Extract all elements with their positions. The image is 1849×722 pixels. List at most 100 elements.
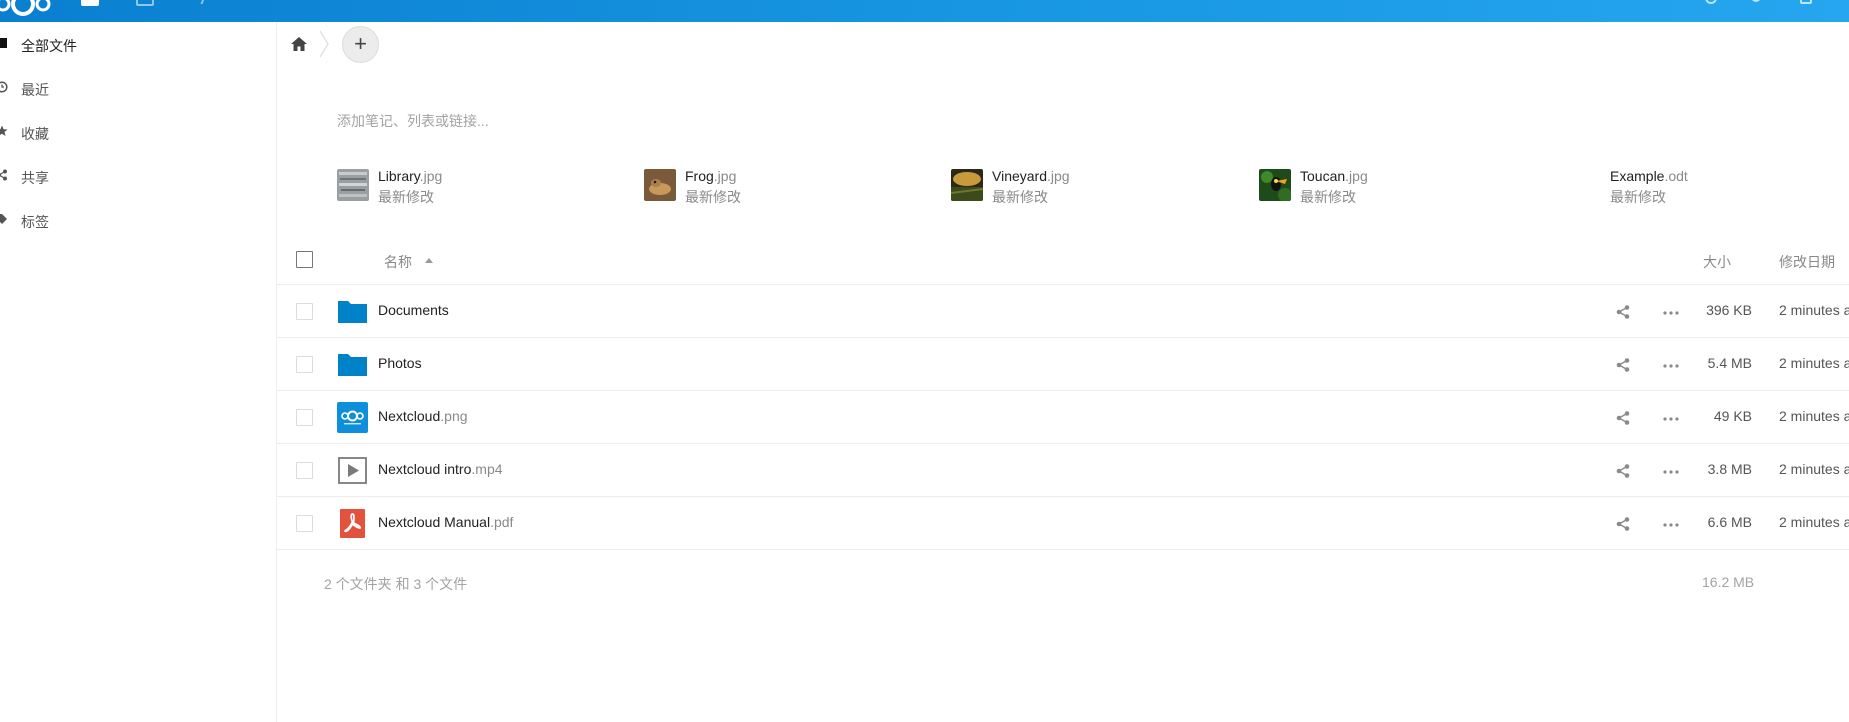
file-size: 6.6 MB — [1707, 514, 1752, 530]
file-ext: .mp4 — [471, 461, 503, 477]
recent-file-item[interactable]: Example.odt 最新修改 — [1567, 168, 1849, 205]
share-icon[interactable] — [1615, 516, 1631, 532]
more-actions-icon[interactable] — [1663, 311, 1679, 315]
table-row[interactable]: Nextcloud Manual.pdf 6.6 MB 2 minutes ag… — [277, 497, 1849, 550]
recent-file-name: Library — [378, 168, 420, 184]
recent-file-ext: .jpg — [1345, 168, 1368, 184]
vineyard-thumbnail — [951, 169, 983, 201]
share-icon[interactable] — [1615, 304, 1631, 320]
file-ext: .png — [440, 408, 468, 424]
share-icon[interactable] — [1615, 357, 1631, 373]
recent-file-status: 最新修改 — [1300, 189, 1356, 205]
share-icon[interactable] — [1615, 463, 1631, 479]
sidebar-item-favorites[interactable]: 收藏 — [0, 112, 277, 152]
folder-icon — [338, 354, 367, 376]
sidebar-item-shares[interactable]: 共享 — [0, 156, 277, 196]
top-header-bar — [0, 0, 1849, 22]
sidebar-item-label: 共享 — [21, 170, 49, 186]
sidebar-item-recent[interactable]: 最近 — [0, 68, 277, 108]
row-checkbox[interactable] — [296, 303, 313, 320]
new-file-button[interactable]: + — [342, 26, 379, 63]
file-size: 5.4 MB — [1707, 355, 1752, 371]
home-icon[interactable] — [290, 36, 308, 52]
sidebar-item-label: 最近 — [21, 82, 49, 98]
row-checkbox[interactable] — [296, 409, 313, 426]
sidebar-item-label: 收藏 — [21, 126, 49, 142]
folder-icon — [0, 38, 7, 48]
file-list-total-size: 16.2 MB — [1702, 574, 1755, 590]
column-header-modified[interactable]: 修改日期 — [1779, 252, 1835, 272]
file-ext: .pdf — [490, 514, 514, 530]
more-actions-icon[interactable] — [1663, 417, 1679, 421]
file-name: Documents — [378, 302, 449, 318]
rich-workspace-notes-placeholder[interactable]: 添加笔记、列表或链接... — [337, 111, 489, 131]
sidebar-item-all-files[interactable]: 全部文件 — [0, 24, 277, 64]
library-thumbnail — [337, 169, 369, 201]
share-icon[interactable] — [1615, 410, 1631, 426]
notifications-icon[interactable] — [1751, 0, 1761, 2]
recent-file-item[interactable]: Vineyard.jpg 最新修改 — [951, 168, 1251, 205]
file-size: 396 KB — [1706, 302, 1752, 318]
files-app-icon[interactable] — [81, 0, 99, 6]
row-checkbox[interactable] — [296, 515, 313, 532]
toucan-thumbnail — [1259, 169, 1291, 201]
recent-file-item[interactable]: Toucan.jpg 最新修改 — [1259, 168, 1559, 205]
gallery-app-icon[interactable] — [194, 0, 206, 4]
recent-file-name: Toucan — [1300, 168, 1346, 184]
file-modified: 2 minutes ago — [1779, 408, 1849, 424]
row-checkbox[interactable] — [296, 462, 313, 479]
recent-file-name: Frog — [685, 168, 714, 184]
recent-file-status: 最新修改 — [992, 189, 1048, 205]
recent-file-name: Vineyard — [992, 168, 1048, 184]
recent-file-name: Example — [1610, 168, 1665, 184]
file-list-summary: 2 个文件夹 和 3 个文件 — [324, 576, 468, 592]
activity-app-icon[interactable] — [136, 0, 154, 6]
tag-icon — [0, 214, 7, 224]
recent-file-ext: .jpg — [1047, 168, 1070, 184]
file-list-header: 名称 大小 修改日期 — [277, 241, 1849, 285]
folder-icon — [338, 301, 367, 323]
table-row[interactable]: Documents 396 KB 2 minutes ago — [277, 285, 1849, 338]
column-header-name[interactable]: 名称 — [384, 252, 412, 272]
sidebar-item-tags[interactable]: 标签 — [0, 200, 277, 240]
star-icon — [0, 125, 8, 136]
recent-file-status: 最新修改 — [685, 189, 741, 205]
recent-file-ext: .jpg — [713, 168, 737, 184]
file-size: 49 KB — [1713, 408, 1752, 424]
video-icon — [338, 457, 367, 484]
recent-file-status: 最新修改 — [1610, 189, 1666, 205]
more-actions-icon[interactable] — [1663, 523, 1679, 527]
search-icon[interactable] — [1705, 0, 1717, 4]
file-modified: 2 minutes ago — [1779, 514, 1849, 530]
more-actions-icon[interactable] — [1663, 470, 1679, 474]
share-icon — [0, 169, 7, 181]
recent-file-ext: .odt — [1664, 168, 1688, 184]
file-name: Nextcloud — [378, 408, 441, 424]
recent-file-item[interactable]: Frog.jpg 最新修改 — [644, 168, 944, 205]
nextcloud-image-icon — [337, 402, 368, 433]
table-row[interactable]: Nextcloud.png 49 KB 2 minutes ago — [277, 391, 1849, 444]
file-size: 3.8 MB — [1707, 461, 1752, 477]
frog-thumbnail — [644, 169, 676, 201]
more-actions-icon[interactable] — [1663, 364, 1679, 368]
select-all-checkbox[interactable] — [296, 251, 313, 268]
file-modified: 2 minutes ago — [1779, 302, 1849, 318]
sidebar-item-label: 标签 — [21, 214, 49, 230]
recent-file-ext: .jpg — [419, 168, 443, 184]
column-header-size[interactable]: 大小 — [1703, 252, 1731, 272]
file-name: Nextcloud intro — [378, 461, 472, 477]
row-checkbox[interactable] — [296, 356, 313, 373]
sidebar-item-label: 全部文件 — [21, 38, 77, 54]
sort-ascending-icon — [425, 258, 433, 263]
breadcrumb-separator — [319, 30, 329, 58]
file-name: Nextcloud Manual — [378, 514, 491, 530]
recent-file-item[interactable]: Library.jpg 最新修改 — [337, 168, 637, 205]
app-navigation-sidebar: 全部文件 最近 收藏 共享 标签 — [0, 22, 277, 722]
table-row[interactable]: Photos 5.4 MB 2 minutes ago — [277, 338, 1849, 391]
pdf-icon — [340, 509, 365, 538]
file-modified: 2 minutes ago — [1779, 461, 1849, 477]
nextcloud-logo-icon[interactable] — [0, 0, 52, 18]
clock-icon — [0, 81, 8, 93]
table-row[interactable]: Nextcloud intro.mp4 3.8 MB 2 minutes ago — [277, 444, 1849, 497]
contacts-icon[interactable] — [1800, 0, 1812, 4]
